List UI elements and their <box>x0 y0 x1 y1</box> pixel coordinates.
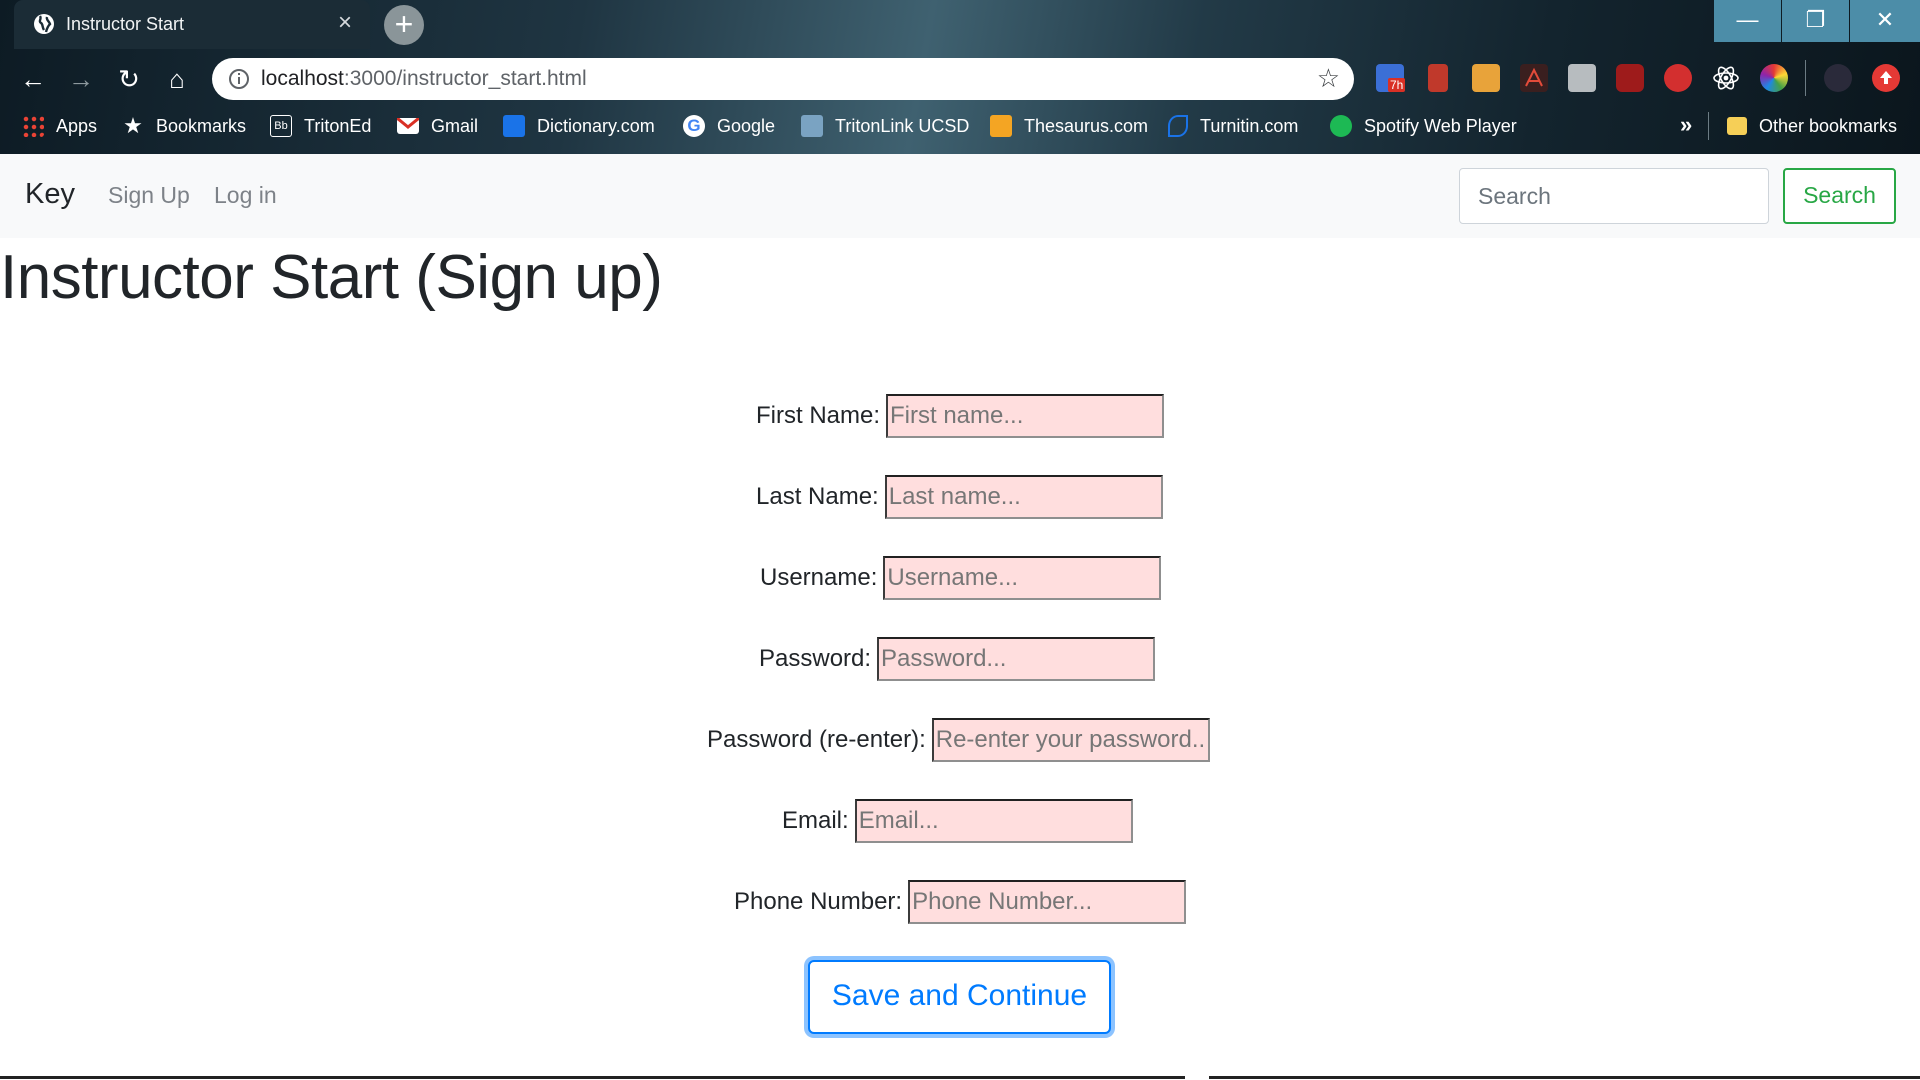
color-picker-extension-icon[interactable] <box>1760 64 1788 92</box>
bookmark-label: Gmail <box>431 115 479 136</box>
forward-icon[interactable]: → <box>64 62 98 96</box>
username-input[interactable] <box>883 556 1162 600</box>
minimize-button[interactable]: — <box>1714 0 1781 42</box>
page-title: Instructor Start (Sign up) <box>0 243 663 312</box>
bookmark-label: TritonLink UCSD <box>835 115 970 136</box>
email-label: Email: <box>782 807 849 834</box>
navbar-brand[interactable]: Key <box>25 178 75 211</box>
password-input[interactable] <box>877 637 1156 681</box>
dictionary-icon <box>503 115 525 137</box>
bookmark-dictionary[interactable]: Dictionary.com <box>503 112 655 140</box>
tritonlink-icon <box>801 115 823 137</box>
restore-button[interactable]: ❐ <box>1782 0 1849 42</box>
phone-label: Phone Number: <box>734 888 903 915</box>
update-icon[interactable] <box>1872 64 1900 92</box>
globe-icon <box>32 12 56 41</box>
spotify-icon <box>1330 115 1352 137</box>
gmail-icon <box>396 116 420 134</box>
email-input[interactable] <box>854 799 1133 843</box>
password-reenter-label: Password (re-enter): <box>707 726 926 753</box>
site-navbar: Key Sign Up Log in Search <box>0 154 1920 238</box>
form-row-username: Username: <box>760 556 1162 600</box>
bookmark-spotify[interactable]: Spotify Web Player <box>1330 112 1517 140</box>
first-name-label: First Name: <box>756 402 881 429</box>
username-label: Username: <box>760 564 878 591</box>
home-icon[interactable]: ⌂ <box>160 62 194 96</box>
bookmark-thesaurus[interactable]: Thesaurus.com <box>990 112 1148 140</box>
bookmark-label: Dictionary.com <box>537 115 655 136</box>
url-host: localhost <box>261 67 344 90</box>
star-icon: ★ <box>123 113 143 138</box>
bookmarks-overflow-button[interactable]: » <box>1680 112 1692 138</box>
bookmark-turnitin[interactable]: Turnitin.com <box>1168 112 1298 140</box>
bookmark-star-icon[interactable]: ☆ <box>1317 63 1340 94</box>
blackboard-icon: Bb <box>270 115 292 137</box>
bookmark-label: Turnitin.com <box>1200 115 1299 136</box>
bottom-divider <box>0 1076 1185 1079</box>
form-row-first-name: First Name: <box>756 394 1165 438</box>
browser-chrome: Instructor Start × + — ❐ ✕ ← → ↻ ⌂ local… <box>0 0 1920 154</box>
bookmark-label: Spotify Web Player <box>1364 115 1517 136</box>
honey-extension-icon[interactable] <box>1472 64 1500 92</box>
turnitin-icon <box>1168 115 1188 137</box>
bookmark-tritoned[interactable]: Bb TritonEd <box>270 112 371 140</box>
bookmark-apps[interactable]: Apps <box>22 112 97 140</box>
info-icon[interactable] <box>228 68 250 95</box>
bookmark-label: Thesaurus.com <box>1024 115 1149 136</box>
ublock-icon[interactable] <box>1616 64 1644 92</box>
other-bookmarks-label: Other bookmarks <box>1759 115 1898 136</box>
bookmark-label: Apps <box>56 115 98 136</box>
reload-icon[interactable]: ↻ <box>112 62 146 96</box>
form-row-last-name: Last Name: <box>756 475 1163 519</box>
save-and-continue-button[interactable]: Save and Continue <box>808 960 1111 1034</box>
window-close-button[interactable]: ✕ <box>1850 0 1920 42</box>
address-bar[interactable]: localhost:3000/instructor_start.html ☆ <box>212 58 1354 100</box>
first-name-input[interactable] <box>886 394 1165 438</box>
last-name-label: Last Name: <box>756 483 879 510</box>
search-input[interactable] <box>1459 168 1769 224</box>
url-text: localhost:3000/instructor_start.html <box>261 67 587 91</box>
react-devtools-icon[interactable] <box>1712 64 1740 92</box>
bookmark-label: Bookmarks <box>156 115 247 136</box>
profile-avatar[interactable] <box>1824 64 1852 92</box>
form-row-password: Password: <box>759 637 1156 681</box>
bookmarks-separator <box>1708 112 1709 140</box>
close-tab-icon[interactable]: × <box>338 9 352 37</box>
google-icon: G <box>683 115 705 137</box>
bookmark-gmail[interactable]: Gmail <box>396 112 479 140</box>
tab-title: Instructor Start <box>66 14 185 34</box>
apps-grid-icon <box>22 115 44 137</box>
form-row-password-reenter: Password (re-enter): <box>707 718 1210 762</box>
bookmark-label: TritonEd <box>304 115 372 136</box>
form-row-phone: Phone Number: <box>734 880 1187 924</box>
search-button[interactable]: Search <box>1783 168 1896 224</box>
calendar-extension-icon[interactable]: 7h <box>1376 64 1406 92</box>
toolbar-separator <box>1805 60 1806 96</box>
new-tab-button[interactable]: + <box>384 5 424 45</box>
browser-tab[interactable]: Instructor Start × <box>14 0 370 49</box>
stop-hand-extension-icon[interactable] <box>1664 64 1692 92</box>
nav-link-log-in[interactable]: Log in <box>214 182 277 209</box>
nav-link-sign-up[interactable]: Sign Up <box>108 182 190 209</box>
grammar-extension-icon[interactable] <box>1568 64 1596 92</box>
page-content: Key Sign Up Log in Search Instructor Sta… <box>0 154 1920 1080</box>
extension-badge: 7h <box>1388 78 1406 92</box>
bookmark-bookmarks[interactable]: ★ Bookmarks <box>122 112 246 140</box>
url-path: :3000/instructor_start.html <box>343 67 587 90</box>
phone-input[interactable] <box>908 880 1187 924</box>
other-bookmarks[interactable]: Other bookmarks <box>1727 112 1897 140</box>
bookmark-extension-icon[interactable] <box>1428 64 1448 92</box>
bookmark-tritonlink[interactable]: TritonLink UCSD <box>801 112 969 140</box>
folder-icon <box>1727 117 1747 135</box>
last-name-input[interactable] <box>884 475 1163 519</box>
thesaurus-icon <box>990 115 1012 137</box>
bookmark-label: Google <box>717 115 776 136</box>
password-label: Password: <box>759 645 872 672</box>
bottom-divider <box>1209 1076 1920 1079</box>
back-icon[interactable]: ← <box>16 62 50 96</box>
password-reenter-input[interactable] <box>931 718 1210 762</box>
acrobat-extension-icon[interactable] <box>1520 64 1548 92</box>
form-row-email: Email: <box>782 799 1133 843</box>
bookmark-google[interactable]: G Google <box>683 112 775 140</box>
